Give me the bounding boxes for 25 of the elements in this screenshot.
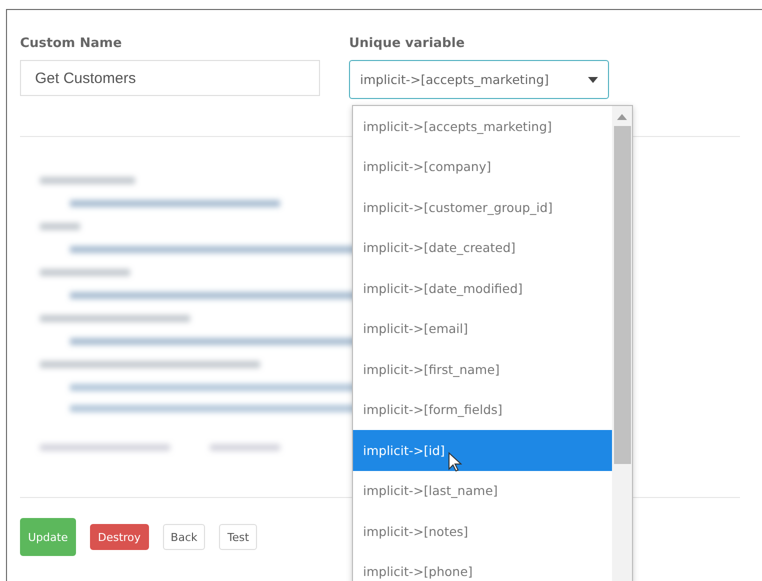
dropdown-option[interactable]: implicit->[company] bbox=[353, 146, 612, 187]
dropdown-option[interactable]: implicit->[id] bbox=[353, 430, 612, 470]
field-label: Unique variable bbox=[349, 36, 466, 51]
dropdown-option[interactable]: implicit->[notes] bbox=[353, 511, 612, 552]
scroll-up-icon[interactable] bbox=[617, 114, 627, 120]
cursor-icon bbox=[448, 452, 462, 472]
action-button[interactable]: Destroy bbox=[90, 524, 149, 550]
dropdown-option[interactable]: implicit->[accepts_marketing] bbox=[353, 106, 612, 146]
action-button[interactable]: Test bbox=[219, 524, 258, 550]
dropdown-option[interactable]: implicit->[date_modified] bbox=[353, 268, 612, 308]
field-label: Custom Name bbox=[20, 36, 123, 51]
custom-name-field[interactable]: Get Customers bbox=[20, 60, 320, 96]
caret-icon bbox=[588, 76, 598, 82]
action-button[interactable]: Back bbox=[162, 524, 206, 550]
action-button[interactable]: Update bbox=[20, 518, 76, 556]
dropdown-option[interactable]: implicit->[email] bbox=[353, 308, 612, 349]
dropdown-option[interactable]: implicit->[last_name] bbox=[353, 470, 612, 511]
scroll-thumb[interactable] bbox=[614, 126, 630, 464]
dropdown-option[interactable]: implicit->[first_name] bbox=[353, 349, 612, 390]
dropdown-option[interactable]: implicit->[customer_group_id] bbox=[353, 187, 612, 228]
dropdown-option[interactable]: implicit->[date_created] bbox=[353, 228, 612, 268]
dropdown-option[interactable]: implicit->[phone] bbox=[353, 552, 612, 581]
dropdown-option[interactable]: implicit->[form_fields] bbox=[353, 390, 612, 430]
unique-variable-select[interactable]: implicit->[accepts_marketing] bbox=[349, 60, 609, 99]
scrollbar[interactable] bbox=[612, 106, 632, 581]
